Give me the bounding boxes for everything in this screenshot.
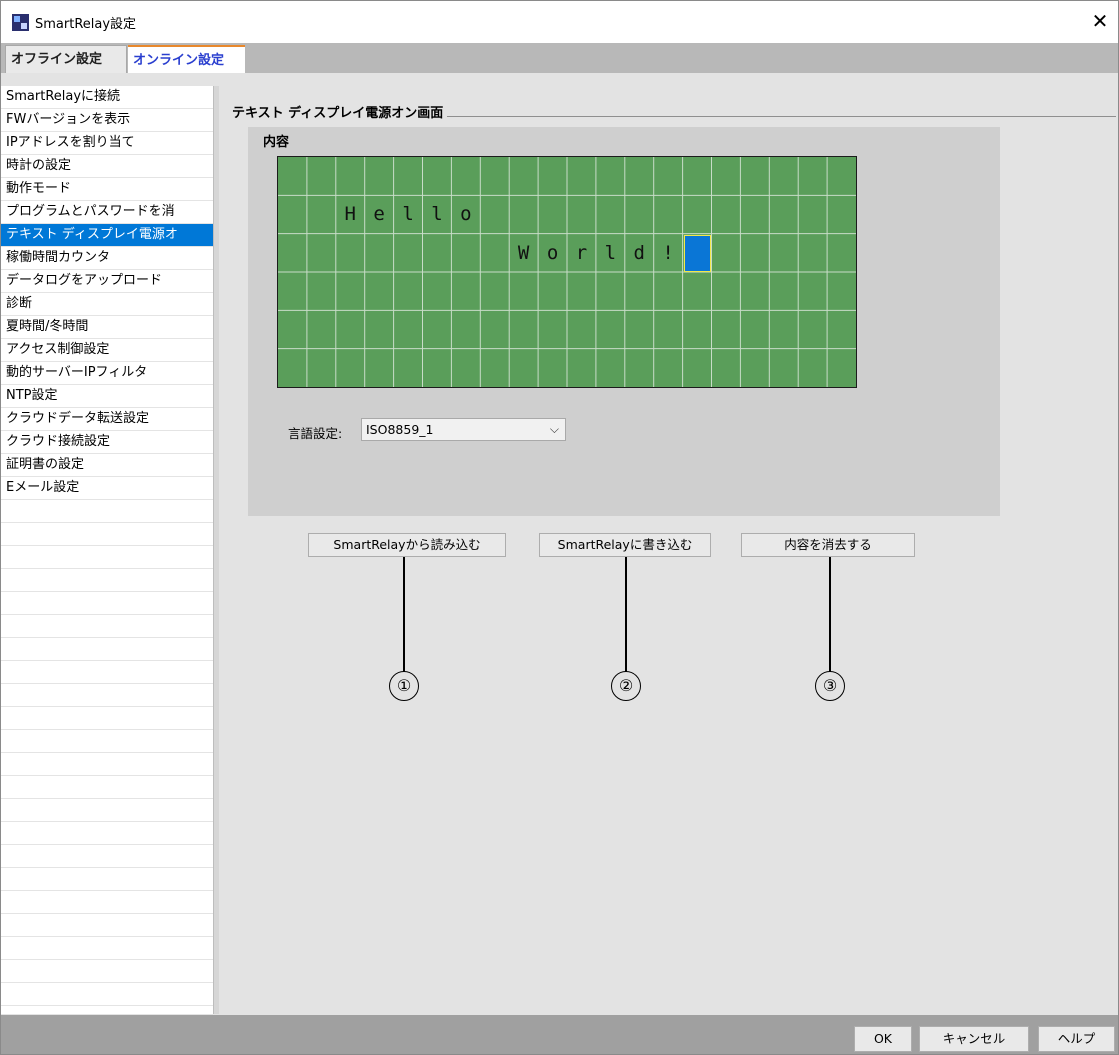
tab-strip: オフライン設定 オンライン設定	[1, 43, 1118, 73]
sidebar-item[interactable]: プログラムとパスワードを消	[1, 201, 213, 224]
sidebar-empty-row	[1, 707, 213, 730]
text-cursor	[683, 234, 712, 272]
sidebar-empty-row	[1, 684, 213, 707]
smartrelay-settings-window: SmartRelay設定 ✕ オフライン設定 オンライン設定 SmartRela…	[0, 0, 1119, 1055]
language-select-value: ISO8859_1	[366, 422, 434, 437]
write-to-smartrelay-button[interactable]: SmartRelayに書き込む	[539, 533, 711, 557]
title-bar: SmartRelay設定 ✕	[1, 1, 1118, 43]
display-character: o	[546, 241, 559, 264]
sidebar-item[interactable]: SmartRelayに接続	[1, 86, 213, 109]
sidebar-item[interactable]: 時計の設定	[1, 155, 213, 178]
display-character: r	[575, 241, 588, 264]
display-grid	[278, 157, 856, 387]
tab-offline-settings[interactable]: オフライン設定	[5, 45, 127, 73]
sidebar-empty-row	[1, 615, 213, 638]
sidebar-item[interactable]: FWバージョンを表示	[1, 109, 213, 132]
sidebar-empty-row	[1, 891, 213, 914]
text-display-editor[interactable]: He l l o Wo r l d!	[277, 156, 857, 388]
sidebar-empty-row	[1, 661, 213, 684]
sidebar-empty-row	[1, 730, 213, 753]
language-select[interactable]: ISO8859_1 ⌵	[361, 418, 566, 441]
display-character: l	[604, 241, 617, 264]
app-icon	[12, 14, 29, 31]
callout-line-2	[625, 557, 627, 673]
chevron-down-icon: ⌵	[549, 422, 559, 436]
sidebar-item[interactable]: クラウドデータ転送設定	[1, 408, 213, 431]
display-character: o	[460, 203, 472, 226]
sidebar-item[interactable]: データログをアップロード	[1, 270, 213, 293]
sidebar-empty-row	[1, 983, 213, 1006]
sidebar-item[interactable]: IPアドレスを割り当て	[1, 132, 213, 155]
group-title: テキスト ディスプレイ電源オン画面	[232, 102, 448, 121]
sidebar-item[interactable]: 夏時間/冬時間	[1, 316, 213, 339]
sidebar-empty-row	[1, 845, 213, 868]
sidebar-item[interactable]: アクセス制御設定	[1, 339, 213, 362]
sidebar-empty-row	[1, 776, 213, 799]
sidebar-item[interactable]: テキスト ディスプレイ電源オ	[1, 224, 213, 247]
display-character: e	[373, 203, 385, 226]
sidebar-empty-row	[1, 937, 213, 960]
ok-button[interactable]: OK	[854, 1026, 912, 1052]
sidebar-empty-row	[1, 638, 213, 661]
sidebar-empty-row	[1, 868, 213, 891]
settings-sidebar: SmartRelayに接続 FWバージョンを表示 IPアドレスを割り当て 時計の設定動…	[1, 86, 213, 1014]
clear-content-button[interactable]: 内容を消去する	[741, 533, 915, 557]
sidebar-empty-row	[1, 914, 213, 937]
language-label: 言語設定:	[288, 426, 343, 441]
sidebar-splitter[interactable]	[213, 86, 219, 1014]
sidebar-item[interactable]: 診断	[1, 293, 213, 316]
display-character: H	[344, 203, 356, 226]
close-icon[interactable]: ✕	[1086, 7, 1114, 35]
read-from-smartrelay-button[interactable]: SmartRelayから読み込む	[308, 533, 506, 557]
callout-marker-3: ③	[815, 671, 845, 701]
sidebar-empty-row	[1, 1006, 213, 1014]
callout-marker-2: ②	[611, 671, 641, 701]
callout-marker-1: ①	[389, 671, 419, 701]
display-character: l	[431, 203, 443, 226]
content-label: 内容	[263, 135, 290, 150]
cancel-button[interactable]: キャンセル	[919, 1026, 1029, 1052]
sidebar-empty-row	[1, 592, 213, 615]
sidebar-empty-row	[1, 569, 213, 592]
sidebar-item[interactable]: 動作モード	[1, 178, 213, 201]
sidebar-item[interactable]: Eメール設定	[1, 477, 213, 500]
sidebar-empty-row	[1, 546, 213, 569]
window-title: SmartRelay設定	[35, 17, 137, 32]
callout-line-3	[829, 557, 831, 673]
sidebar-item[interactable]: NTP設定	[1, 385, 213, 408]
display-character: l	[402, 203, 414, 226]
display-character: !	[662, 241, 674, 264]
sidebar-item[interactable]: 稼働時間カウンタ	[1, 247, 213, 270]
sidebar-empty-row	[1, 523, 213, 546]
display-character: d	[633, 241, 645, 264]
sidebar-empty-row	[1, 500, 213, 523]
callout-line-1	[403, 557, 405, 673]
display-character: W	[517, 241, 530, 264]
sidebar-item[interactable]: 証明書の設定	[1, 454, 213, 477]
sidebar-item[interactable]: クラウド接続設定	[1, 431, 213, 454]
tab-online-settings[interactable]: オンライン設定	[128, 45, 245, 73]
sidebar-empty-row	[1, 753, 213, 776]
sidebar-item[interactable]: 動的サーバーIPフィルタ	[1, 362, 213, 385]
sidebar-empty-row	[1, 822, 213, 845]
sidebar-empty-row	[1, 960, 213, 983]
sidebar-empty-row	[1, 799, 213, 822]
help-button[interactable]: ヘルプ	[1038, 1026, 1115, 1052]
